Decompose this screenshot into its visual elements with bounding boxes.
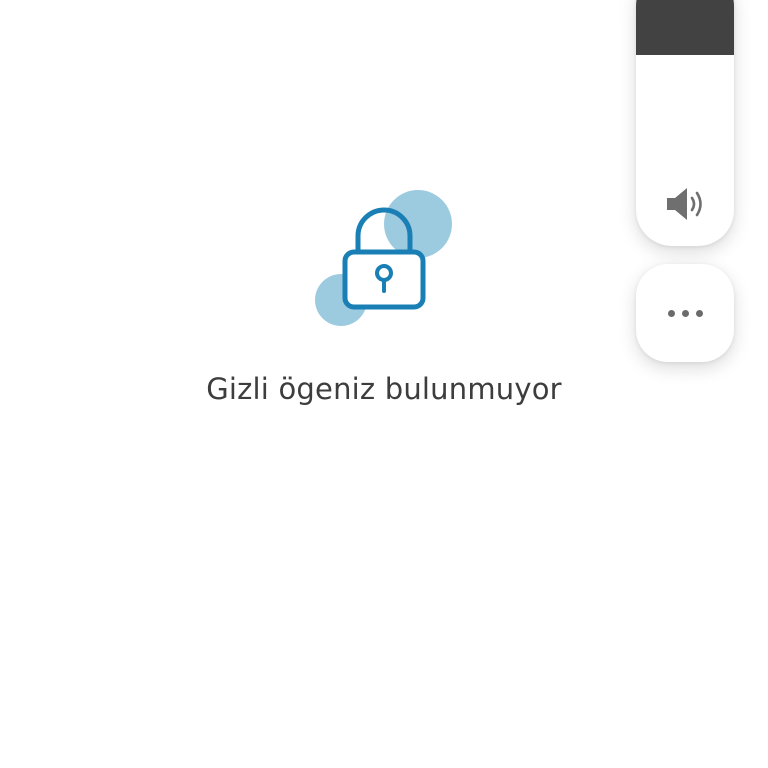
hidden-items-screen: Gizli ögeniz bulunmuyor [0,0,768,768]
empty-message: Gizli ögeniz bulunmuyor [206,372,562,406]
volume-panel[interactable] [636,0,734,246]
bubble-large [384,190,452,258]
speaker-icon[interactable] [663,182,707,226]
volume-slider[interactable] [636,0,734,55]
lock-icon [315,190,452,326]
more-horizontal-icon [667,309,703,317]
more-options-button[interactable] [636,264,734,362]
